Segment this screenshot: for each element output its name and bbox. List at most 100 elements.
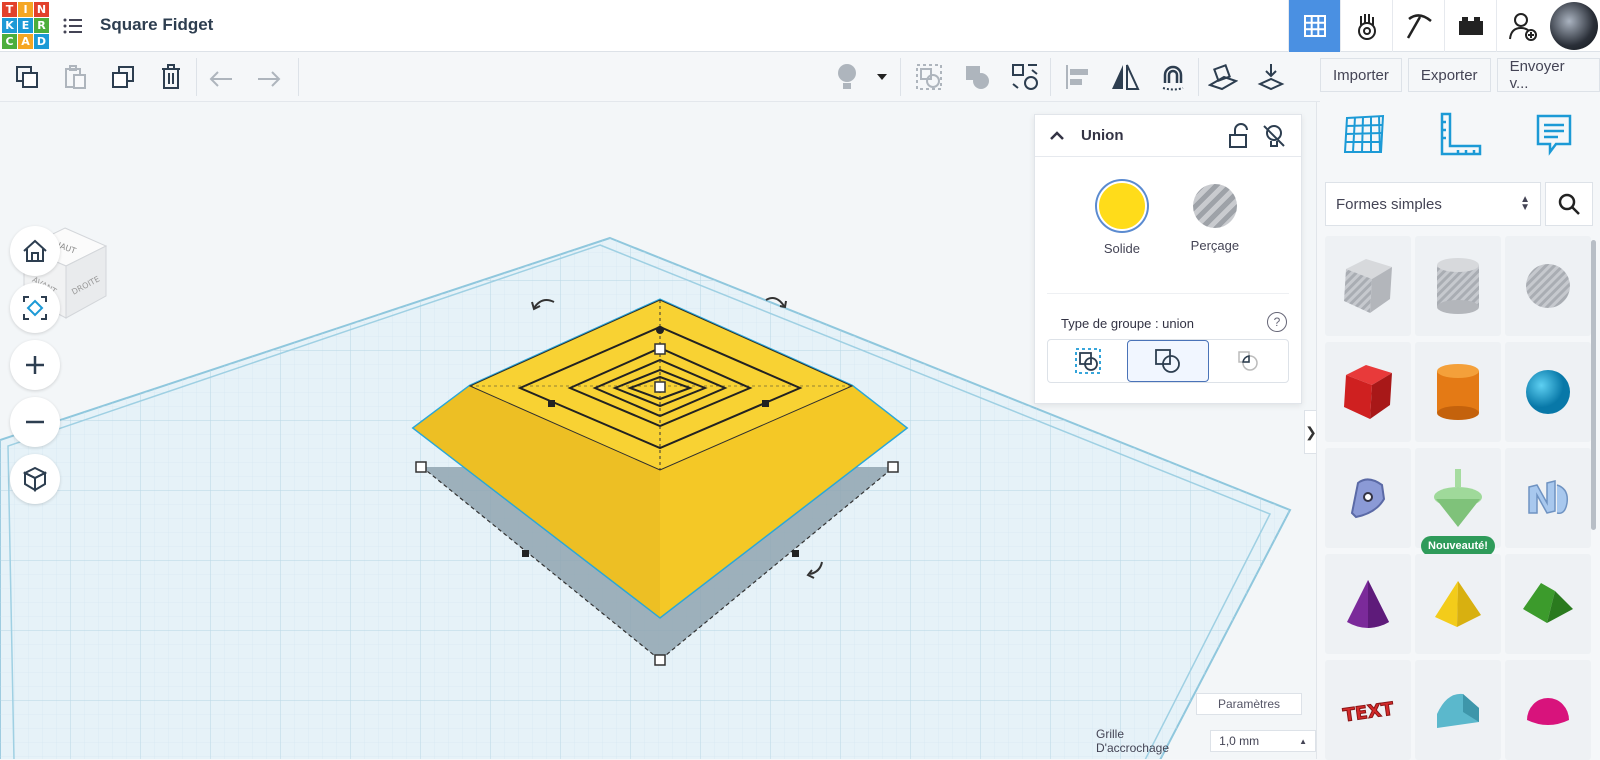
group-icon bbox=[916, 64, 942, 90]
duplicate-button[interactable] bbox=[106, 60, 140, 94]
logo-letter: D bbox=[34, 34, 49, 49]
scribble-shape[interactable] bbox=[1325, 448, 1411, 548]
roof-shape[interactable] bbox=[1505, 554, 1591, 654]
grid-view-icon bbox=[1303, 15, 1326, 37]
distribute-icon bbox=[1066, 65, 1088, 89]
logo-letter: E bbox=[18, 18, 33, 33]
text3d-shape[interactable] bbox=[1505, 448, 1591, 548]
minus-icon bbox=[26, 420, 44, 424]
solid-color-swatch[interactable] bbox=[1096, 181, 1147, 231]
cylinder-shape[interactable] bbox=[1415, 342, 1501, 442]
copy-icon bbox=[16, 66, 38, 88]
home-view-button[interactable] bbox=[10, 226, 60, 276]
notes-icon bbox=[1536, 114, 1572, 156]
brick-icon bbox=[1458, 17, 1483, 35]
ruler-icon bbox=[1441, 112, 1482, 156]
drop-button[interactable] bbox=[1254, 60, 1288, 94]
duplicate-icon bbox=[112, 66, 134, 88]
drop-icon bbox=[1257, 64, 1285, 91]
box-shape[interactable] bbox=[1325, 342, 1411, 442]
align-icon bbox=[1012, 64, 1038, 90]
notes-tab[interactable] bbox=[1534, 112, 1574, 178]
sim-lab-icon bbox=[1357, 14, 1376, 40]
tinkercad-logo[interactable]: TIN KER CAD bbox=[2, 2, 49, 49]
workplane-tab[interactable] bbox=[1343, 112, 1387, 178]
shape-search-button[interactable] bbox=[1545, 182, 1593, 226]
cylinder-hole-shape[interactable] bbox=[1415, 236, 1501, 336]
edit-toolbar bbox=[0, 52, 1320, 102]
logo-letter: A bbox=[18, 34, 33, 49]
sphere-icon bbox=[1526, 370, 1570, 414]
pyramid-shape[interactable] bbox=[1415, 554, 1501, 654]
settings-button[interactable]: Paramètres bbox=[1196, 693, 1302, 715]
light-icon bbox=[838, 64, 856, 89]
pickaxe-button[interactable] bbox=[1392, 0, 1444, 52]
shapes-scrollbar[interactable] bbox=[1591, 240, 1596, 530]
hole-swatch[interactable] bbox=[1192, 184, 1237, 228]
import-button[interactable]: Importer bbox=[1320, 58, 1402, 92]
union-icon bbox=[1155, 349, 1180, 373]
magnet-button[interactable] bbox=[1156, 60, 1190, 94]
sphere-shape[interactable] bbox=[1505, 342, 1591, 442]
ruler-tab[interactable] bbox=[1438, 112, 1482, 178]
spin-top-shape[interactable]: Nouveauté! bbox=[1415, 448, 1501, 556]
send-to-button[interactable]: Envoyer v... bbox=[1496, 58, 1600, 92]
projection-button[interactable] bbox=[10, 454, 60, 504]
pyramid-icon bbox=[1435, 581, 1481, 627]
grid-view-button[interactable] bbox=[1288, 0, 1340, 52]
solid-label: Solide bbox=[1103, 241, 1140, 256]
mirror-button[interactable] bbox=[1108, 60, 1142, 94]
add-user-button[interactable] bbox=[1496, 0, 1548, 52]
project-title[interactable]: Square Fidget bbox=[100, 15, 213, 35]
group-type-default[interactable] bbox=[1048, 340, 1127, 382]
unlock-icon[interactable] bbox=[1227, 123, 1251, 149]
roof-icon bbox=[1523, 583, 1573, 623]
home-icon bbox=[23, 239, 47, 262]
user-avatar[interactable] bbox=[1550, 2, 1598, 50]
group-type-outline[interactable] bbox=[1209, 340, 1288, 382]
dropdown-icon bbox=[877, 74, 887, 80]
half-sphere-shape[interactable] bbox=[1505, 660, 1591, 760]
sim-lab-button[interactable] bbox=[1340, 0, 1392, 52]
solid-option[interactable]: Solide bbox=[1096, 181, 1147, 293]
text-shape[interactable]: TEXT bbox=[1325, 660, 1411, 760]
top-bar: TIN KER CAD Square Fidget bbox=[0, 0, 1600, 52]
menu-list-icon[interactable] bbox=[63, 17, 83, 35]
group-button[interactable] bbox=[912, 60, 946, 94]
bricks-button[interactable] bbox=[1444, 0, 1496, 52]
text-icon: TEXT bbox=[1341, 698, 1396, 727]
align-button[interactable] bbox=[1008, 60, 1042, 94]
redo-icon bbox=[258, 71, 281, 87]
shape-category-select[interactable]: Formes simples ▲ ▼ bbox=[1325, 182, 1541, 226]
delete-icon bbox=[162, 64, 180, 89]
sphere-hole-shape[interactable] bbox=[1505, 236, 1591, 336]
copy-button[interactable] bbox=[10, 60, 44, 94]
cone-icon bbox=[1347, 580, 1389, 628]
light-button[interactable] bbox=[830, 60, 864, 94]
box-hole-shape[interactable] bbox=[1325, 236, 1411, 336]
half-cylinder-shape[interactable] bbox=[1415, 660, 1501, 760]
fit-view-button[interactable] bbox=[10, 283, 60, 333]
logo-letter: C bbox=[2, 34, 17, 49]
zoom-in-button[interactable] bbox=[10, 340, 60, 390]
new-badge: Nouveauté! bbox=[1421, 536, 1495, 556]
group-type-union[interactable] bbox=[1127, 340, 1209, 382]
hole-option[interactable]: Perçage bbox=[1191, 181, 1239, 293]
distribute-button[interactable] bbox=[1060, 60, 1094, 94]
ungroup-button[interactable] bbox=[960, 60, 994, 94]
collapse-chevron-icon[interactable] bbox=[1049, 130, 1065, 141]
redo-button[interactable] bbox=[252, 60, 286, 94]
zoom-out-button[interactable] bbox=[10, 397, 60, 447]
undo-button[interactable] bbox=[204, 60, 238, 94]
export-button[interactable]: Exporter bbox=[1407, 58, 1491, 92]
snap-grid-select[interactable]: 1,0 mm ▲ bbox=[1210, 730, 1316, 752]
hide-bulb-icon[interactable] bbox=[1261, 123, 1287, 149]
workplane-button[interactable] bbox=[1206, 60, 1240, 94]
delete-button[interactable] bbox=[154, 60, 188, 94]
cone-shape[interactable] bbox=[1325, 554, 1411, 654]
paste-button[interactable] bbox=[58, 60, 92, 94]
mirror-icon bbox=[1112, 64, 1140, 90]
help-icon[interactable]: ? bbox=[1267, 312, 1287, 332]
sphere-hole-icon bbox=[1526, 264, 1570, 308]
light-dropdown[interactable] bbox=[872, 60, 892, 94]
